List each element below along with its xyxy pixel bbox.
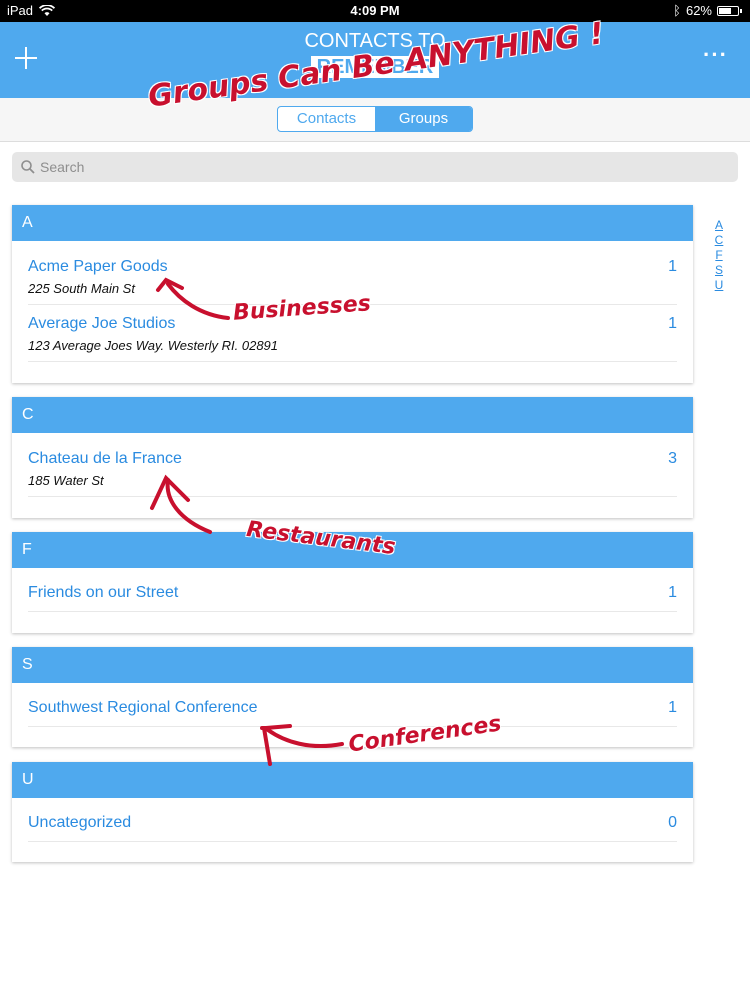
arrow-conferences-head	[260, 724, 292, 730]
arrow-conferences	[266, 728, 344, 749]
annotation-arrows	[150, 277, 344, 766]
arrow-businesses	[166, 282, 230, 320]
arrow-conferences-head2	[262, 726, 272, 766]
